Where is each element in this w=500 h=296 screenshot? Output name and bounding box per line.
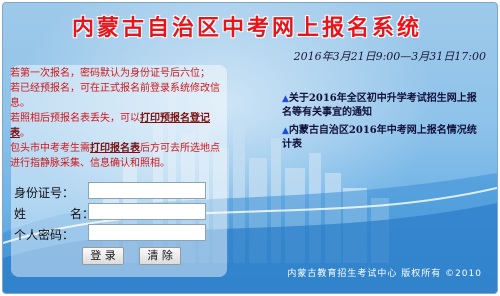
login-button[interactable]: 登 录: [82, 247, 124, 265]
notice-text: 若第一次报名，密码默认为身份证号后六位； 若已经预报名，可在正式报名前登录系统修…: [10, 66, 220, 171]
id-number-label: 身份证号：: [14, 186, 75, 200]
password-input[interactable]: [88, 224, 206, 241]
notice-line-print-preregistration: 若照相后预报名表丢失，可以打印预报名登记表。: [10, 111, 220, 141]
password-label: 个人密码：: [14, 228, 75, 242]
page-title: 内蒙古自治区中考网上报名系统: [71, 16, 422, 41]
news-list: ▲关于2016年全区初中升学考试招生网上报名等有关事宜的通知 ▲内蒙古自治区20…: [282, 92, 482, 156]
notice-text-segment: 包头市中考考生需: [10, 143, 90, 154]
name-input[interactable]: [88, 203, 206, 220]
triangle-bullet-icon: ▲: [282, 94, 289, 104]
name-label-first-char: 姓: [14, 207, 27, 221]
news-item[interactable]: ▲关于2016年全区初中升学考试招生网上报名等有关事宜的通知: [282, 92, 482, 120]
form-buttons: 登 录 清 除: [82, 244, 191, 265]
password-row: 个人密码：: [12, 224, 222, 245]
name-row: 姓 名：: [12, 203, 222, 224]
notice-line-default-password: 若第一次报名，密码默认为身份证号后六位；: [10, 68, 210, 79]
id-number-row: 身份证号：: [12, 182, 222, 203]
triangle-bullet-icon: ▲: [282, 126, 289, 136]
copyright-footer: 内蒙古教育招生考试中心 版权所有 ©2010: [287, 269, 482, 279]
id-number-input[interactable]: [88, 182, 206, 199]
news-item-title[interactable]: 关于2016年全区初中升学考试招生网上报名等有关事宜的通知: [282, 93, 477, 118]
notice-line-modify-info: 若已经预报名，可在正式报名前登录系统修改信息。: [10, 83, 220, 109]
clear-button[interactable]: 清 除: [139, 247, 182, 265]
notice-text-segment: 若照相后预报名表丢失，可以: [10, 113, 140, 124]
news-item[interactable]: ▲内蒙古自治区2016年中考网上报名情况统计表: [282, 124, 482, 152]
notice-text-segment: 。: [20, 128, 30, 139]
notice-line-baotou: 包头市中考考生需打印报名表后方可去所选地点进行指静脉采集、信息确认和照相。: [10, 141, 220, 171]
login-form: 身份证号： 姓 名： 个人密码：: [12, 182, 222, 245]
print-registration-form-link[interactable]: 打印报名表: [90, 143, 140, 154]
registration-date-range: 2016年3月21日9:00—3月31日17:00: [293, 50, 486, 63]
news-item-title[interactable]: 内蒙古自治区2016年中考网上报名情况统计表: [282, 125, 477, 150]
